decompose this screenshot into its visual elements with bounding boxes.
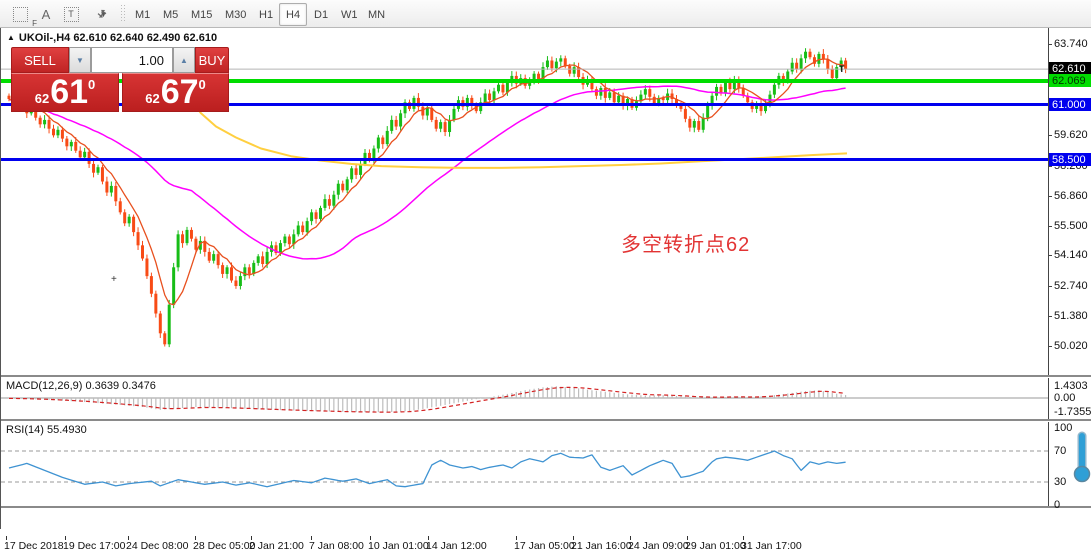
price-level-badge: 58.500 [1049,153,1091,166]
macd-indicator-chart [1,377,1048,419]
tf-button-m1[interactable]: M1 [128,3,157,26]
tf-button-m5[interactable]: M5 [156,3,185,26]
time-axis-label: 28 Dec 05:00 [193,540,255,552]
tf-button-h4[interactable]: H4 [279,3,307,26]
time-axis-label: 29 Jan 01:00 [685,540,746,552]
price-tick [1048,255,1052,256]
time-axis-label: 7 Jan 08:00 [309,540,364,552]
macd-axis-label: 1.4303 [1054,380,1088,392]
time-axis-label: 24 Dec 08:00 [126,540,188,552]
tf-button-h1[interactable]: H1 [252,3,280,26]
rsi-label: RSI(14) 55.4930 [6,424,87,436]
scrollbar-thermometer[interactable] [1071,430,1091,506]
one-click-trade-panel: SELL ▼ 1.00 ▲ BUY 62 61 0 62 67 0 [11,47,229,112]
toolbar: F A T ▼ M1 M5 M15 M30 H1 H4 D1 W1 MN [0,0,1091,28]
text-label-icon[interactable]: A [36,3,56,25]
macd-axis-label: -1.7355 [1054,406,1091,418]
macd-label: MACD(12,26,9) 0.3639 0.3476 [6,380,156,392]
buy-button[interactable]: BUY [195,47,229,73]
rsi-axis-label: 70 [1054,445,1066,457]
tf-button-m15[interactable]: M15 [184,3,219,26]
trade-marker: T [839,64,845,74]
time-axis-label: 31 Jan 17:00 [741,540,802,552]
rsi-axis-label: 30 [1054,476,1066,488]
tf-button-w1[interactable]: W1 [334,3,365,26]
price-axis-label: 50.020 [1054,340,1088,352]
price-tick [1048,135,1052,136]
price-axis-label: 54.140 [1054,249,1088,261]
price-axis-label: 51.380 [1054,310,1088,322]
price-tick [1048,226,1052,227]
time-axis-label: 2 Jan 21:00 [249,540,304,552]
tf-button-d1[interactable]: D1 [307,3,335,26]
panel-splitter-1[interactable] [1,375,1091,378]
volume-dropdown-button[interactable]: ▼ [69,47,91,73]
tf-button-mn[interactable]: MN [361,3,392,26]
time-axis-label: 14 Jan 12:00 [426,540,487,552]
price-axis-label: 63.740 [1054,38,1088,50]
chart-title: ▲UKOil-,H4 62.610 62.640 62.490 62.610 [7,32,217,44]
sell-price-tile[interactable]: 62 61 0 [11,73,119,112]
rsi-axis-label: 100 [1054,422,1072,434]
arrows-glyph [95,7,109,21]
price-tick [1048,316,1052,317]
macd-axis-label: 0.00 [1054,392,1075,404]
tf-button-m30[interactable]: M30 [218,3,253,26]
price-axis-label: 59.620 [1054,129,1088,141]
price-tick [1048,286,1052,287]
time-axis-label: 21 Jan 16:00 [571,540,632,552]
price-tick [1048,166,1052,167]
time-axis-border [1,506,1091,509]
volume-input[interactable]: 1.00 [91,47,173,73]
collapse-arrow-icon[interactable]: ▲ [7,33,15,42]
price-tick [1048,196,1052,197]
arrows-tool-icon[interactable]: ▼ [86,3,118,25]
panel-splitter-2[interactable] [1,419,1091,422]
volume-up-button[interactable]: ▲ [173,47,195,73]
price-axis-label: 55.500 [1054,220,1088,232]
sell-button[interactable]: SELL [11,47,69,73]
buy-price-tile[interactable]: 62 67 0 [122,73,229,112]
price-tick [1048,346,1052,347]
dotted-frame-f-icon[interactable]: F [8,3,32,25]
chart-annotation: 多空转折点62 [621,228,750,257]
price-level-badge: 62.069 [1049,74,1091,87]
chart-window: ▲UKOil-,H4 62.610 62.640 62.490 62.610 S… [0,28,1091,529]
time-axis-label: 19 Dec 17:00 [63,540,125,552]
time-axis-label: 10 Jan 01:00 [368,540,429,552]
price-tick [1048,44,1052,45]
toolbar-drag-handle[interactable] [120,4,125,23]
time-axis-label: 24 Jan 09:00 [628,540,689,552]
time-axis-label: 17 Dec 2018 [4,540,64,552]
price-axis-label: 56.860 [1054,190,1088,202]
rsi-axis-label: 0 [1054,499,1060,511]
rsi-indicator-chart [1,421,1048,506]
price-level-badge: 61.000 [1049,98,1091,111]
price-axis-label: 52.740 [1054,280,1088,292]
text-tool-icon[interactable]: T [60,3,82,25]
time-axis-label: 17 Jan 05:00 [514,540,575,552]
crosshair-cursor: + [111,274,117,285]
